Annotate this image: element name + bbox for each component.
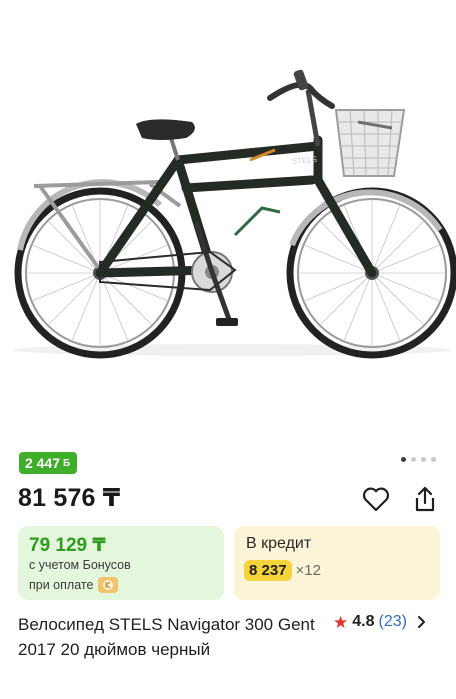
- product-price: 81 576 ₸: [18, 484, 121, 512]
- reviews-count-link[interactable]: (23): [379, 613, 407, 631]
- credit-card[interactable]: В кредит 8 237 ×12: [234, 526, 440, 600]
- favorite-button[interactable]: [361, 484, 391, 514]
- bonus-points-value: 2 447: [25, 455, 61, 471]
- pagination-dot-active[interactable]: [401, 457, 406, 462]
- rating-value: 4.8: [352, 613, 375, 630]
- chevron-right-icon[interactable]: [417, 615, 426, 629]
- bonus-currency-icon: Б: [63, 457, 71, 469]
- pagination-dot[interactable]: [411, 457, 416, 462]
- bonus-price-condition: при оплате: [29, 577, 119, 593]
- bonus-points-badge: 2 447 Б: [19, 452, 78, 474]
- bonus-condition-text: при оплате: [29, 578, 94, 592]
- product-image[interactable]: STELS: [0, 0, 456, 440]
- heart-icon: [362, 487, 390, 512]
- bicycle-frame: [95, 135, 377, 278]
- credit-installment: 8 237 ×12: [244, 560, 321, 581]
- bonus-price: 79 129 ₸: [29, 535, 106, 556]
- gallery-pagination[interactable]: [401, 457, 436, 462]
- share-icon: [415, 486, 435, 512]
- kaspi-pay-icon: [98, 577, 119, 593]
- bonus-price-card[interactable]: 79 129 ₸ с учетом Бонусов при оплате: [18, 526, 224, 600]
- star-icon: ★: [333, 612, 349, 632]
- pagination-dot[interactable]: [421, 457, 426, 462]
- share-button[interactable]: [410, 484, 440, 514]
- bonus-price-note: с учетом Бонусов: [29, 558, 131, 572]
- credit-monthly-amount: 8 237: [244, 560, 292, 581]
- basket: [334, 109, 406, 177]
- bicycle-image: STELS: [12, 69, 456, 359]
- product-title: Велосипед STELS Navigator 300 Gent 2017 …: [18, 615, 315, 659]
- pagination-dot[interactable]: [431, 457, 436, 462]
- product-rating[interactable]: ★ 4.8 (23): [333, 612, 426, 632]
- credit-months: ×12: [295, 562, 321, 579]
- credit-label: В кредит: [246, 535, 312, 552]
